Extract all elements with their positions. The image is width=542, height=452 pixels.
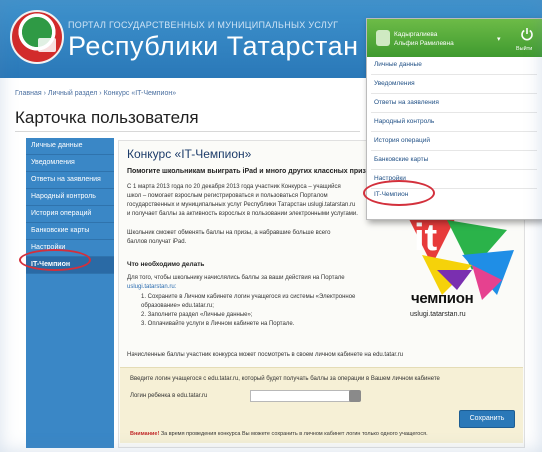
power-icon[interactable]	[520, 27, 534, 41]
menu-divider	[371, 131, 537, 132]
portal-link[interactable]: uslugi.tatarstan.ru:	[127, 283, 377, 292]
sidebar: Личные данные Уведомления Ответы на заяв…	[26, 138, 114, 448]
step-item: образование» edu.tatar.ru;	[141, 303, 214, 309]
it-text: it	[414, 217, 438, 259]
sidebar-item-public-control[interactable]: Народный контроль	[26, 189, 114, 206]
search-icon[interactable]	[349, 390, 361, 402]
champion-title: чемпион	[411, 290, 474, 307]
menu-highlight-circle	[363, 180, 435, 206]
warning-text: За время проведения конкурса Вы можете с…	[159, 431, 428, 437]
menu-item-history[interactable]: История операций	[374, 137, 430, 144]
user-avatar-icon	[376, 30, 390, 46]
menu-divider	[371, 74, 537, 75]
sidebar-item-personal-data[interactable]: Личные данные	[26, 138, 114, 155]
contest-intro-paragraph: С 1 марта 2013 года по 20 декабря 2013 г…	[127, 183, 377, 219]
portal-title[interactable]: Республики Татарстан	[68, 31, 359, 62]
paragraph-line: Школьник сможет обменять баллы на призы,…	[127, 230, 331, 236]
menu-item-bank-cards[interactable]: Банковские карты	[374, 156, 428, 163]
tatarstan-emblem-icon[interactable]	[10, 10, 64, 64]
warning-note: Внимание! За время проведения конкурса В…	[130, 431, 428, 437]
points-paragraph: Для того, чтобы школьнику начислялись ба…	[127, 274, 377, 292]
menu-divider	[371, 169, 537, 170]
paragraph-line: баллов получат iPad.	[127, 239, 187, 245]
step-item: 1. Сохраните в Личном кабинете логин уча…	[141, 294, 356, 300]
page-title: Карточка пользователя	[15, 108, 199, 127]
prize-paragraph: Школьник сможет обменять баллы на призы,…	[127, 229, 377, 247]
save-button[interactable]: Сохранить	[459, 410, 515, 428]
login-input[interactable]	[250, 390, 351, 402]
paragraph-line: и получает баллы за активность взрослых …	[127, 211, 358, 217]
emblem-figure	[38, 38, 56, 52]
sidebar-item-bank-cards[interactable]: Банковские карты	[26, 223, 114, 240]
warning-label: Внимание!	[130, 431, 160, 437]
login-form: Введите логин учащегося с edu.tatar.ru, …	[120, 367, 523, 443]
user-menu-header[interactable]: Кадыргалиева Альфия Рамилевна ▾ Выйти	[367, 19, 542, 57]
breadcrumb[interactable]: Главная › Личный раздел › Конкурс «IT-Че…	[15, 90, 176, 97]
menu-divider	[371, 112, 537, 113]
paragraph-line: С 1 марта 2013 года по 20 декабря 2013 г…	[127, 184, 341, 190]
contest-title: Конкурс «IT-Чемпион»	[127, 147, 252, 161]
step-item: 2. Заполните раздел «Личные данные»;	[141, 312, 253, 318]
sidebar-highlight-circle	[19, 249, 91, 271]
user-name: Альфия Рамилевна	[394, 40, 454, 47]
chevron-down-icon[interactable]: ▾	[497, 35, 501, 43]
menu-item-notifications[interactable]: Уведомления	[374, 80, 415, 87]
contest-subtitle: Помогите школьникам выиграть iPad и мног…	[127, 168, 377, 175]
user-surname: Кадыргалиева	[394, 31, 438, 38]
steps-list: 1. Сохраните в Личном кабинете логин уча…	[141, 293, 381, 329]
paragraph-line: школ – помогает взрослым регистрироватьс…	[127, 193, 328, 199]
points-note: Начисленные баллы участник конкурса може…	[127, 352, 404, 358]
form-intro: Введите логин учащегося с edu.tatar.ru, …	[130, 376, 440, 382]
login-label: Логин ребенка в edu.tatar.ru	[130, 393, 208, 399]
menu-item-personal-data[interactable]: Личные данные	[374, 61, 422, 68]
portal-subtitle: Портал государственных и муниципальных у…	[68, 20, 339, 30]
menu-divider	[371, 93, 537, 94]
sidebar-item-notifications[interactable]: Уведомления	[26, 155, 114, 172]
menu-item-public-control[interactable]: Народный контроль	[374, 118, 434, 125]
step-item: 3. Оплачивайте услуги в Личном кабинете …	[141, 321, 295, 327]
menu-divider	[371, 150, 537, 151]
todo-heading: Что необходимо делать	[127, 261, 205, 268]
exit-label[interactable]: Выйти	[516, 46, 532, 52]
champion-url[interactable]: uslugi.tatarstan.ru	[410, 311, 466, 318]
title-divider	[15, 131, 360, 132]
paragraph-line: Для того, чтобы школьнику начислялись ба…	[127, 275, 345, 281]
sidebar-item-answers[interactable]: Ответы на заявления	[26, 172, 114, 189]
sidebar-item-history[interactable]: История операций	[26, 206, 114, 223]
paragraph-line: государственных и муниципальных услуг Ре…	[127, 202, 356, 208]
menu-item-answers[interactable]: Ответы на заявления	[374, 99, 439, 106]
